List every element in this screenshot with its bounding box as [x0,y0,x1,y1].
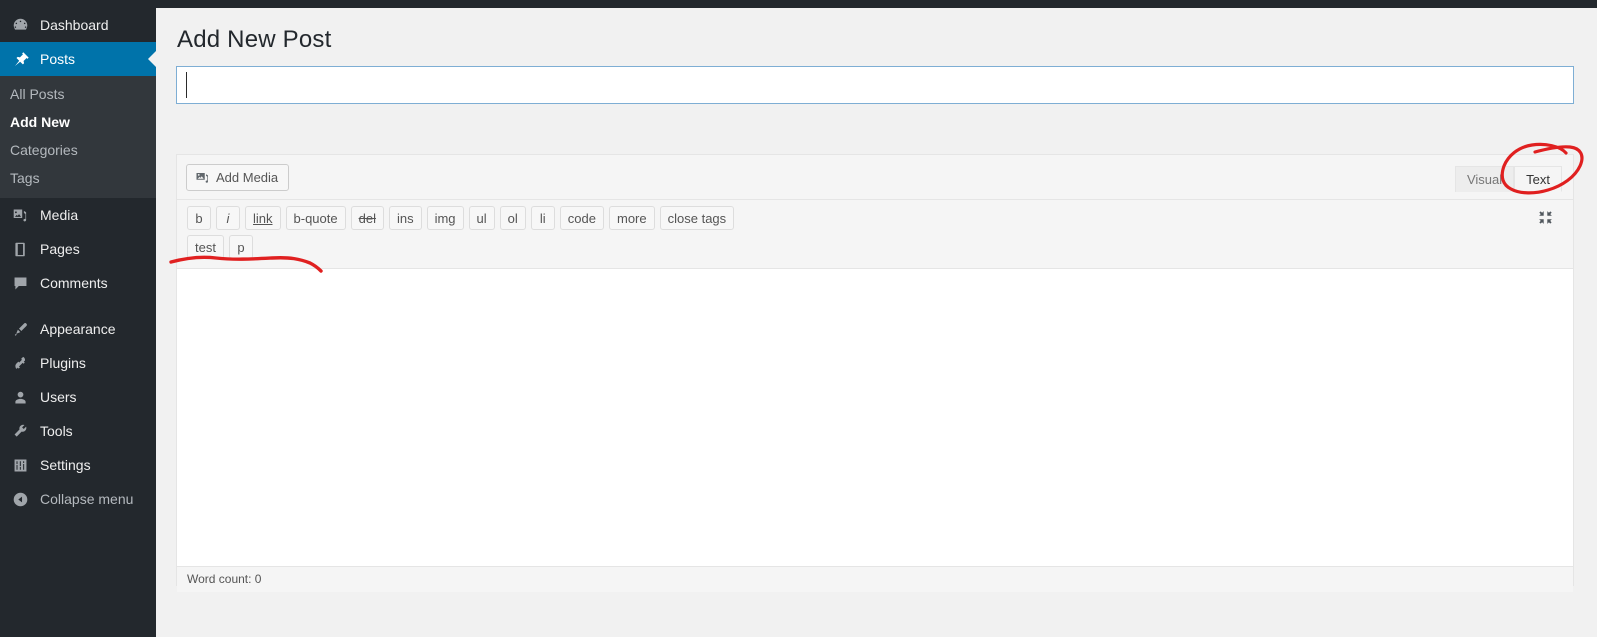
quicktag-ol[interactable]: ol [499,206,526,230]
post-content-textarea[interactable] [177,269,1573,566]
sidebar-item-posts[interactable]: Posts [0,42,157,76]
sidebar-subitem-all-posts[interactable]: All Posts [0,80,156,108]
wordpress-admin-screen: Dashboard Posts All Posts Add New Catego… [0,0,1597,637]
sidebar-item-label: Collapse menu [40,491,134,507]
add-media-icon [195,170,210,185]
media-icon [10,205,30,225]
quicktag-img[interactable]: img [426,206,464,230]
word-count-label: Word count: 0 [187,572,262,586]
page-title: Add New Post [177,26,332,53]
quicktag-li[interactable]: li [530,206,555,230]
sidebar-item-label: Media [40,207,79,223]
pin-icon [10,49,30,69]
brush-icon [10,319,30,339]
sidebar-subitem-tags[interactable]: Tags [0,164,156,192]
sidebar-item-label: Pages [40,241,80,257]
quicktag-ins[interactable]: ins [388,206,422,230]
user-icon [10,387,30,407]
main-content: Add New Post Add Media Visual Text b i l… [156,8,1597,637]
sidebar-item-appearance[interactable]: Appearance [0,312,156,346]
sidebar-item-label: Comments [40,275,108,291]
quicktag-p[interactable]: p [228,235,253,259]
collapse-arrow-icon [10,489,30,509]
quicktag-close-tags[interactable]: close tags [659,206,735,230]
editor-mode-tabs: Visual Text [1454,166,1562,192]
admin-bar [0,0,1597,8]
quicktag-code[interactable]: code [559,206,604,230]
add-media-label: Add Media [216,170,279,185]
sidebar-item-media[interactable]: Media [0,198,156,232]
sidebar-item-users[interactable]: Users [0,380,156,414]
quicktag-more[interactable]: more [609,206,655,230]
sidebar-item-plugins[interactable]: Plugins [0,346,156,380]
sidebar-item-comments[interactable]: Comments [0,266,156,300]
comments-icon [10,273,30,293]
quicktags-row-1: b i link b-quote del ins img ul ol li co… [187,206,1573,230]
sidebar-subitem-categories[interactable]: Categories [0,136,156,164]
submenu-label: Categories [10,142,78,158]
menu-separator [0,300,156,312]
admin-sidebar-menu: Dashboard Posts All Posts Add New Catego… [0,8,157,637]
quicktag-test[interactable]: test [187,235,224,259]
sidebar-item-label: Plugins [40,355,86,371]
sidebar-item-collapse-menu[interactable]: Collapse menu [0,482,156,516]
sidebar-item-pages[interactable]: Pages [0,232,156,266]
wrench-icon [10,421,30,441]
dashboard-icon [10,15,30,35]
text-caret [186,72,187,98]
sidebar-item-label: Tools [40,423,73,439]
sidebar-item-label: Appearance [40,321,116,337]
post-title-input[interactable] [176,66,1574,104]
settings-icon [10,455,30,475]
quicktag-del[interactable]: del [350,206,384,230]
sidebar-item-tools[interactable]: Tools [0,414,156,448]
quicktags-row-2: test p [187,235,1573,259]
posts-submenu: All Posts Add New Categories Tags [0,76,156,198]
pages-icon [10,239,30,259]
quicktags-toolbar: b i link b-quote del ins img ul ol li co… [177,200,1573,269]
sidebar-item-label: Posts [40,51,76,67]
quicktag-b[interactable]: b [187,206,211,230]
sidebar-item-label: Dashboard [40,17,109,33]
quicktag-i[interactable]: i [216,206,240,230]
submenu-label: Add New [10,114,70,130]
tab-visual[interactable]: Visual [1454,166,1515,192]
plugin-icon [10,353,30,373]
fullscreen-icon[interactable] [1536,208,1556,228]
submenu-label: Tags [10,170,40,186]
tab-text-label: Text [1526,172,1550,187]
quicktag-b-quote[interactable]: b-quote [285,206,346,230]
post-editor: Add Media Visual Text b i link b-quote d… [176,154,1574,592]
sidebar-subitem-add-new[interactable]: Add New [0,108,156,136]
tab-text[interactable]: Text [1514,166,1562,192]
editor-status-bar: Word count: 0 [177,566,1573,592]
sidebar-item-settings[interactable]: Settings [0,448,156,482]
sidebar-item-label: Users [40,389,77,405]
quicktag-ul[interactable]: ul [468,206,495,230]
tab-visual-label: Visual [1466,172,1503,187]
sidebar-item-label: Settings [40,457,91,473]
submenu-label: All Posts [10,86,65,102]
editor-media-bar: Add Media Visual Text [177,155,1573,200]
sidebar-item-dashboard[interactable]: Dashboard [0,8,156,42]
quicktag-link[interactable]: link [245,206,281,230]
add-media-button[interactable]: Add Media [186,164,290,191]
